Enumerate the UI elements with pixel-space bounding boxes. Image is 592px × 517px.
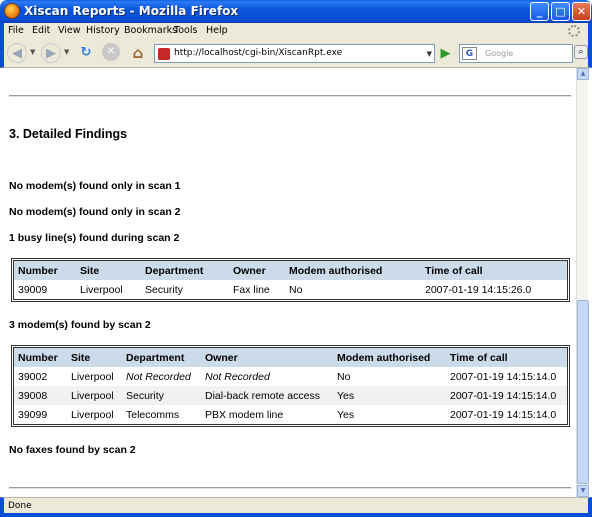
go-button[interactable]: ▶: [438, 46, 453, 61]
col-modem-authorised: Modem authorised: [285, 261, 421, 280]
col-number: Number: [14, 261, 76, 280]
scroll-up-icon[interactable]: ▲: [577, 68, 589, 80]
search-input[interactable]: Google: [485, 49, 513, 58]
modems-heading: 3 modem(s) found by scan 2: [9, 319, 151, 331]
col-number: Number: [14, 348, 67, 367]
throbber-icon: [568, 25, 580, 37]
cell-number: 39008: [14, 386, 67, 405]
cell-number: 39099: [18, 408, 48, 421]
title-bar: Xiscan Reports - Mozilla Firefox _ □ ✕: [0, 0, 592, 23]
url-text[interactable]: http://localhost/cgi-bin/XiscanRpt.exe: [174, 48, 342, 58]
url-dropdown-icon[interactable]: ▼: [427, 50, 432, 58]
col-site: Site: [67, 348, 122, 367]
busy-lines-table: Number Site Department Owner Modem autho…: [11, 258, 570, 302]
cell-time-of-call: 2007-01-19 14:15:14.0: [446, 386, 567, 405]
col-modem-authorised: Modem authorised: [333, 348, 446, 367]
back-history-dropdown-icon[interactable]: ▼: [30, 48, 35, 56]
cell-owner: Not Recorded: [205, 370, 270, 383]
forward-button[interactable]: ▶: [41, 43, 61, 63]
search-box[interactable]: G Google: [459, 44, 573, 63]
horizontal-rule: [9, 487, 571, 489]
cell-site: Liverpool: [71, 370, 114, 383]
site-favicon-icon: [158, 48, 170, 60]
back-button[interactable]: ◀: [7, 43, 27, 63]
modems-table: Number Site Department Owner Modem autho…: [11, 345, 570, 427]
menu-file[interactable]: File: [8, 25, 24, 36]
table-header-row: Number Site Department Owner Modem autho…: [14, 348, 567, 367]
search-button[interactable]: ⌕: [574, 45, 588, 59]
cell-site: Liverpool: [80, 283, 123, 296]
stop-button[interactable]: ✕: [102, 43, 120, 61]
cell-time-of-call: 2007-01-19 14:15:26.0: [425, 283, 532, 296]
cell-department: Security: [145, 283, 183, 296]
cell-owner: Dial-back remote access: [201, 386, 333, 405]
faxes-message: No faxes found by scan 2: [9, 444, 136, 456]
col-time-of-call: Time of call: [446, 348, 567, 367]
vertical-scrollbar[interactable]: ▲ ▼: [576, 68, 589, 497]
cell-number: 39009: [18, 283, 48, 296]
status-text: Done: [8, 501, 32, 511]
status-bar: Done: [0, 497, 592, 517]
scan2-message: No modem(s) found only in scan 2: [9, 206, 181, 218]
col-owner: Owner: [201, 348, 333, 367]
cell-number: 39002: [18, 370, 48, 383]
table-row: 39099 Liverpool Telecomms PBX modem line…: [14, 405, 567, 424]
cell-time-of-call: 2007-01-19 14:15:14.0: [450, 408, 557, 421]
menu-help[interactable]: Help: [206, 25, 228, 36]
firefox-logo-icon: [4, 3, 20, 19]
cell-modem-authorised: No: [337, 370, 351, 383]
menu-history[interactable]: History: [86, 25, 120, 36]
scan1-message: No modem(s) found only in scan 1: [9, 180, 181, 192]
cell-department: Security: [122, 386, 201, 405]
cell-site: Liverpool: [67, 386, 122, 405]
maximize-button[interactable]: □: [551, 2, 570, 21]
navigation-toolbar: ◀ ▼ ▶ ▼ ↻ ✕ ⌂ http://localhost/cgi-bin/X…: [0, 40, 592, 68]
cell-department: Not Recorded: [126, 370, 191, 383]
cell-site: Liverpool: [71, 408, 114, 421]
minimize-button[interactable]: _: [530, 2, 549, 21]
reload-button[interactable]: ↻: [76, 43, 96, 63]
busy-lines-heading: 1 busy line(s) found during scan 2: [9, 232, 180, 244]
url-bar[interactable]: http://localhost/cgi-bin/XiscanRpt.exe ▼: [154, 44, 435, 63]
menu-bookmarks[interactable]: Bookmarks: [124, 25, 177, 36]
col-site: Site: [76, 261, 141, 280]
search-engine-icon[interactable]: G: [462, 47, 477, 60]
col-owner: Owner: [229, 261, 285, 280]
horizontal-rule: [9, 95, 571, 97]
scrollbar-thumb[interactable]: [577, 300, 589, 484]
section-heading: 3. Detailed Findings: [9, 127, 128, 141]
table-row: 39002 Liverpool Not Recorded Not Recorde…: [14, 367, 567, 386]
cell-time-of-call: 2007-01-19 14:15:14.0: [450, 370, 557, 383]
menu-view[interactable]: View: [58, 25, 81, 36]
scroll-down-icon[interactable]: ▼: [577, 485, 589, 497]
window-title: Xiscan Reports - Mozilla Firefox: [24, 4, 239, 18]
menu-edit[interactable]: Edit: [32, 25, 50, 36]
cell-owner: Fax line: [233, 283, 270, 296]
cell-modem-authorised: Yes: [333, 386, 446, 405]
cell-modem-authorised: Yes: [337, 408, 355, 421]
table-header-row: Number Site Department Owner Modem autho…: [14, 261, 567, 280]
col-department: Department: [141, 261, 229, 280]
table-row: 39008 Liverpool Security Dial-back remot…: [14, 386, 567, 405]
menu-tools[interactable]: Tools: [174, 25, 197, 36]
table-row: 39009 Liverpool Security Fax line No 200…: [14, 280, 567, 299]
col-department: Department: [122, 348, 201, 367]
page-content: 3. Detailed Findings No modem(s) found o…: [4, 68, 576, 497]
menu-bar: File Edit View History Bookmarks Tools H…: [0, 23, 592, 40]
forward-history-dropdown-icon[interactable]: ▼: [64, 48, 69, 56]
cell-owner: PBX modem line: [205, 408, 284, 421]
cell-department: Telecomms: [126, 408, 180, 421]
home-button[interactable]: ⌂: [128, 43, 148, 63]
cell-modem-authorised: No: [289, 283, 303, 296]
col-time-of-call: Time of call: [421, 261, 567, 280]
close-button[interactable]: ✕: [572, 2, 591, 21]
